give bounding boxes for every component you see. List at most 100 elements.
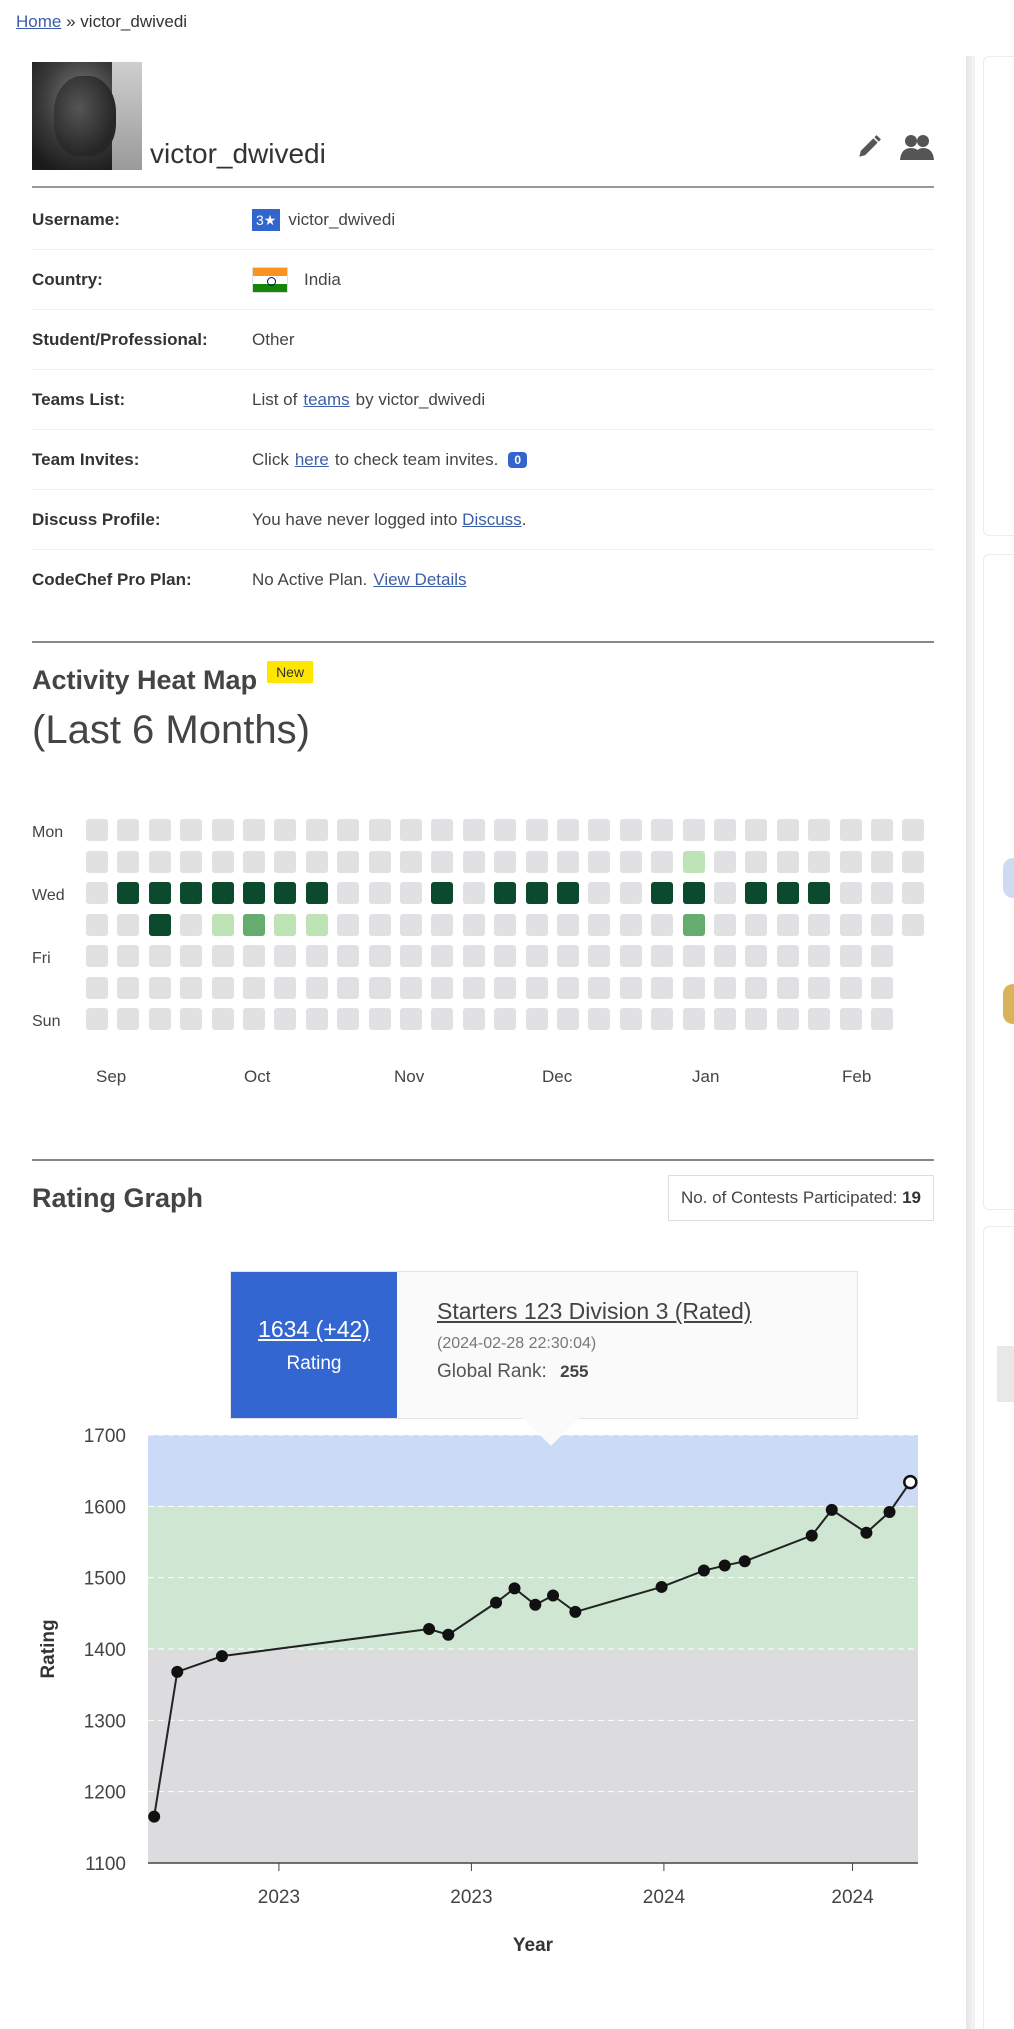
heatmap-cell[interactable] <box>431 882 454 904</box>
rating-point[interactable] <box>718 1559 731 1572</box>
heatmap-cell[interactable] <box>619 976 642 999</box>
heatmap-cell[interactable] <box>808 1008 831 1030</box>
heatmap-cell[interactable] <box>368 1008 391 1030</box>
heatmap-cell[interactable] <box>619 945 642 967</box>
heatmap-cell[interactable] <box>337 945 360 967</box>
heatmap-cell[interactable] <box>117 976 140 999</box>
heatmap-cell[interactable] <box>431 913 454 936</box>
heatmap-cell[interactable] <box>619 1008 642 1030</box>
heatmap-cell[interactable] <box>148 976 171 999</box>
heatmap-cell[interactable] <box>274 945 297 967</box>
heatmap-cell[interactable] <box>776 819 799 841</box>
tooltip-rating-value[interactable]: 1634 (+42) <box>231 1316 397 1343</box>
heatmap-cell[interactable] <box>274 913 297 936</box>
heatmap-cell[interactable] <box>462 819 485 841</box>
heatmap-cell[interactable] <box>462 850 485 873</box>
heatmap-cell[interactable] <box>400 913 422 936</box>
heatmap-cell[interactable] <box>525 819 548 841</box>
heatmap-cell[interactable] <box>337 882 360 904</box>
heatmap-cell[interactable] <box>682 850 705 873</box>
heatmap-cell[interactable] <box>557 913 579 936</box>
heatmap-cell[interactable] <box>651 850 674 873</box>
heatmap-cell[interactable] <box>525 1008 548 1030</box>
pencil-icon[interactable] <box>856 134 882 160</box>
tooltip-contest-link[interactable]: Starters 123 Division 3 (Rated) <box>437 1298 751 1324</box>
heatmap-cell[interactable] <box>682 945 705 967</box>
heatmap-cell[interactable] <box>808 976 831 999</box>
heatmap-cell[interactable] <box>431 976 454 999</box>
heatmap-cell[interactable] <box>557 819 579 841</box>
heatmap-cell[interactable] <box>651 819 674 841</box>
heatmap-cell[interactable] <box>148 882 171 904</box>
heatmap-cell[interactable] <box>117 913 140 936</box>
heatmap-cell[interactable] <box>902 882 925 904</box>
heatmap-cell[interactable] <box>462 913 485 936</box>
heatmap-cell[interactable] <box>211 945 234 967</box>
heatmap-cell[interactable] <box>714 976 736 999</box>
heatmap-cell[interactable] <box>368 819 391 841</box>
heatmap-cell[interactable] <box>180 945 203 967</box>
heatmap-cell[interactable] <box>274 976 297 999</box>
heatmap-cell[interactable] <box>839 819 862 841</box>
heatmap-cell[interactable] <box>871 945 893 967</box>
heatmap-cell[interactable] <box>651 913 674 936</box>
heatmap-cell[interactable] <box>117 850 140 873</box>
heatmap-cell[interactable] <box>243 913 265 936</box>
heatmap-cell[interactable] <box>776 913 799 936</box>
heatmap-cell[interactable] <box>431 850 454 873</box>
teams-link[interactable]: teams <box>303 390 349 410</box>
heatmap-cell[interactable] <box>211 819 234 841</box>
heatmap-cell[interactable] <box>619 819 642 841</box>
heatmap-cell[interactable] <box>588 882 611 904</box>
heatmap-cell[interactable] <box>557 850 579 873</box>
heatmap-cell[interactable] <box>211 976 234 999</box>
heatmap-cell[interactable] <box>776 945 799 967</box>
heatmap-cell[interactable] <box>714 850 736 873</box>
heatmap-cell[interactable] <box>588 945 611 967</box>
heatmap-cell[interactable] <box>776 1008 799 1030</box>
heatmap-cell[interactable] <box>368 850 391 873</box>
heatmap-cell[interactable] <box>714 1008 736 1030</box>
heatmap-cell[interactable] <box>871 882 893 904</box>
heatmap-cell[interactable] <box>180 913 203 936</box>
heatmap-cell[interactable] <box>682 882 705 904</box>
heatmap-cell[interactable] <box>243 850 265 873</box>
heatmap-cell[interactable] <box>745 976 768 999</box>
rating-point[interactable] <box>215 1650 228 1663</box>
heatmap-cell[interactable] <box>839 913 862 936</box>
heatmap-cell[interactable] <box>305 913 328 936</box>
heatmap-cell[interactable] <box>400 1008 422 1030</box>
heatmap-cell[interactable] <box>808 882 831 904</box>
heatmap-cell[interactable] <box>808 850 831 873</box>
heatmap-cell[interactable] <box>148 819 171 841</box>
heatmap-cell[interactable] <box>117 1008 140 1030</box>
heatmap-cell[interactable] <box>651 976 674 999</box>
heatmap-cell[interactable] <box>494 882 517 904</box>
heatmap-cell[interactable] <box>619 882 642 904</box>
heatmap-cell[interactable] <box>368 976 391 999</box>
heatmap-cell[interactable] <box>274 1008 297 1030</box>
rating-point[interactable] <box>529 1598 542 1611</box>
heatmap-cell[interactable] <box>337 976 360 999</box>
heatmap-cell[interactable] <box>211 1008 234 1030</box>
rating-point-selected[interactable] <box>903 1474 918 1490</box>
heatmap-cell[interactable] <box>714 913 736 936</box>
rating-point[interactable] <box>883 1506 896 1519</box>
heatmap-cell[interactable] <box>305 945 328 967</box>
heatmap-cell[interactable] <box>902 913 925 936</box>
heatmap-cell[interactable] <box>776 850 799 873</box>
rating-point[interactable] <box>697 1564 710 1577</box>
heatmap-cell[interactable] <box>525 976 548 999</box>
heatmap-cell[interactable] <box>871 1008 893 1030</box>
heatmap-cell[interactable] <box>180 819 203 841</box>
heatmap-cell[interactable] <box>243 976 265 999</box>
heatmap-cell[interactable] <box>839 945 862 967</box>
view-details-link[interactable]: View Details <box>373 570 466 590</box>
rating-point[interactable] <box>148 1810 161 1823</box>
heatmap-cell[interactable] <box>368 913 391 936</box>
heatmap-cell[interactable] <box>494 945 517 967</box>
heatmap-cell[interactable] <box>871 976 893 999</box>
heatmap-cell[interactable] <box>808 945 831 967</box>
heatmap-cell[interactable] <box>557 882 579 904</box>
heatmap-cell[interactable] <box>839 882 862 904</box>
